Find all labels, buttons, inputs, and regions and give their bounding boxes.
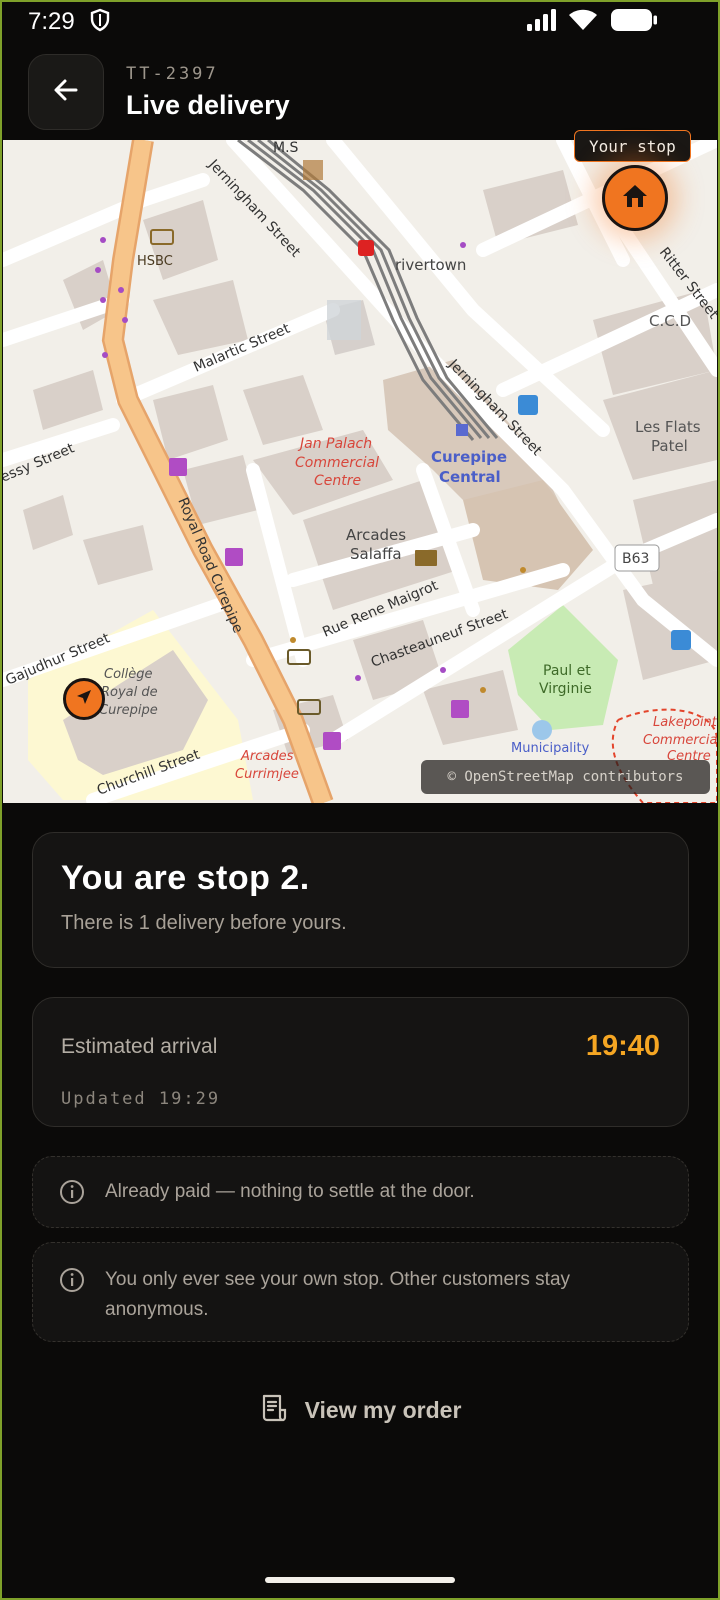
map-label-municipality: Municipality [511, 741, 590, 756]
receipt-icon [259, 1393, 287, 1428]
app-header: TT-2397 Live delivery [0, 44, 720, 140]
arrow-left-icon [52, 76, 80, 109]
map-label-b63: B63 [622, 551, 649, 567]
view-order-button[interactable]: View my order [0, 1385, 720, 1435]
map-label-arcades-salaffa-2: Salaffa [350, 545, 402, 563]
map-label-jan-palach-1: Jan Palach [297, 436, 372, 452]
map-label-lakepoint-2: Commercial [643, 733, 717, 748]
map-label-paul-2: Virginie [539, 681, 592, 697]
page-title: Live delivery [126, 89, 290, 120]
eta-value: 19:40 [585, 1030, 660, 1062]
view-order-label: View my order [304, 1396, 462, 1423]
privacy-note-text: You only ever see your own stop. Other c… [105, 1269, 571, 1320]
navigation-arrow-icon [74, 687, 94, 712]
home-indicator[interactable] [265, 1577, 455, 1583]
info-icon [59, 1179, 85, 1205]
stop-position-subtitle: There is 1 delivery before yours. [61, 912, 347, 934]
map-label-hsbc: HSBC [137, 254, 173, 269]
order-id: TT-2397 [126, 63, 219, 84]
map-label-rivertown: rivertown [395, 256, 466, 274]
wifi-icon [568, 8, 598, 37]
map-label-arcades-currimjee-2: Currimjee [235, 767, 299, 782]
privacy-note: You only ever see your own stop. Other c… [32, 1242, 689, 1342]
map-label-jan-palach-2: Commercial [295, 455, 379, 471]
map-label-curepipe-central-1: Curepipe [431, 448, 507, 466]
map-label-curepipe-central-2: Central [439, 468, 501, 486]
driver-marker[interactable] [63, 678, 105, 720]
map-label-arcades-salaffa-1: Arcades [346, 526, 406, 544]
your-stop-marker[interactable] [602, 165, 668, 231]
shield-icon [89, 8, 111, 37]
eta-card: Estimated arrival 19:40 Updated 19:29 [32, 997, 689, 1127]
map-attribution[interactable]: © OpenStreetMap contributors [421, 760, 710, 794]
map-label-college-3: Curepipe [99, 703, 158, 718]
eta-label: Estimated arrival [61, 1034, 218, 1058]
signal-icon [526, 8, 556, 36]
info-icon [59, 1267, 85, 1293]
map-label-college-1: Collège [104, 667, 153, 682]
battery-icon [610, 8, 658, 37]
status-bar: 7:29 [0, 0, 720, 44]
map-label-arcades-currimjee-1: Arcades [240, 749, 294, 764]
map-label-lakepoint-1: Lakepoint [653, 715, 717, 730]
map-label-les-flats-1: Les Flats [635, 418, 701, 436]
stop-position-title: You are stop 2. [61, 859, 310, 897]
map-label-paul-1: Paul et [543, 663, 591, 679]
map-label-college-2: Royal de [101, 685, 158, 700]
eta-updated: Updated 19:29 [61, 1089, 221, 1109]
your-stop-tag: Your stop [574, 130, 691, 162]
stop-position-card: You are stop 2. There is 1 delivery befo… [32, 832, 689, 968]
payment-note-text: Already paid — nothing to settle at the … [105, 1181, 475, 1202]
map-label-jan-palach-3: Centre [314, 473, 361, 489]
status-time: 7:29 [28, 8, 75, 35]
delivery-map[interactable]: Jerningham Street M.S HSBC rivertown Rit… [3, 140, 717, 803]
back-button[interactable] [28, 54, 104, 130]
payment-note: Already paid — nothing to settle at the … [32, 1156, 689, 1228]
map-label-les-flats-2: Patel [651, 437, 688, 455]
home-icon [621, 183, 649, 214]
map-label-ms: M.S [273, 140, 299, 156]
map-label-ccd: C.C.D [649, 312, 691, 330]
